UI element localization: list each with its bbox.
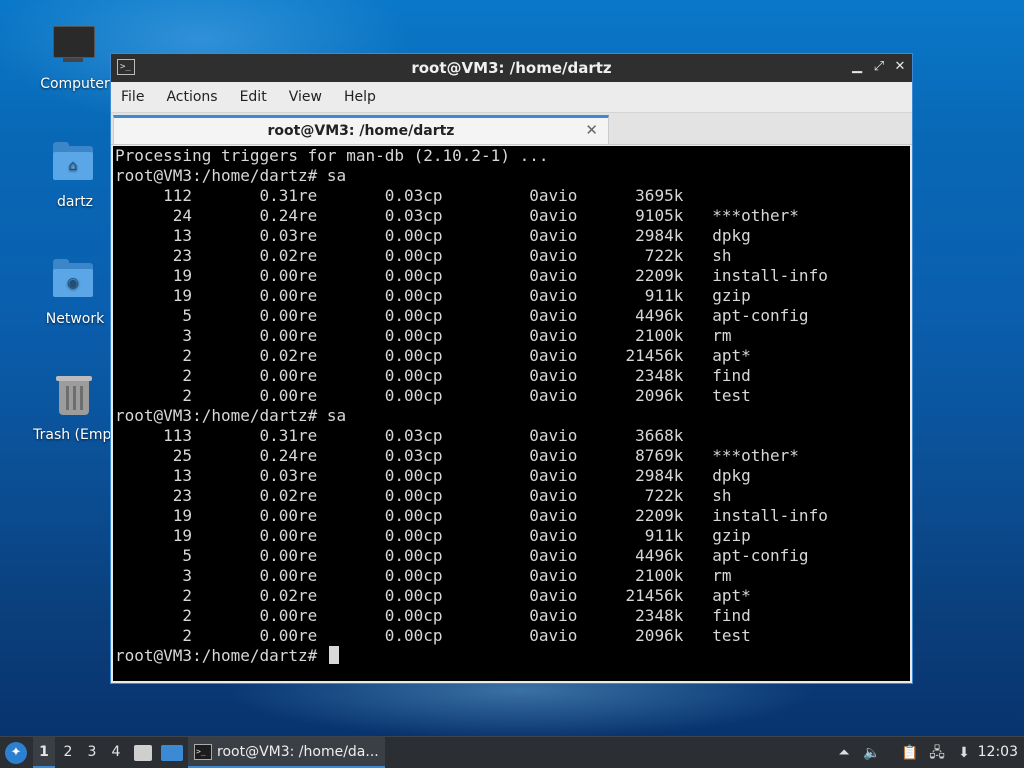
terminal-icon: >_ <box>194 744 212 760</box>
terminal-line: 2 0.00re 0.00cp 0avio 2348k find <box>115 606 751 625</box>
terminal-line: 13 0.03re 0.00cp 0avio 2984k dpkg <box>115 466 751 485</box>
network-icon[interactable]: 🖧 <box>927 743 947 763</box>
tab-close-icon[interactable]: ✕ <box>585 121 598 139</box>
workspace-2[interactable]: 2 <box>57 737 79 768</box>
terminal-output[interactable]: Processing triggers for man-db (2.10.2-1… <box>113 146 910 681</box>
terminal-line: 25 0.24re 0.03cp 0avio 8769k ***other* <box>115 446 799 465</box>
taskbar: ✦ 1 2 3 4 >_ root@VM3: /home/da... ⏶ 🔈 📋… <box>0 736 1024 768</box>
terminal-prompt: root@VM3:/home/dartz# <box>115 646 327 665</box>
terminal-window: >_ root@VM3: /home/dartz ▁ ⤢ ✕ File Acti… <box>110 53 913 684</box>
terminal-line: root@VM3:/home/dartz# sa <box>115 406 347 425</box>
menu-actions[interactable]: Actions <box>164 89 219 105</box>
terminal-lines: Processing triggers for man-db (2.10.2-1… <box>113 146 910 646</box>
desktop-icon-trash[interactable]: Trash (Empt <box>27 373 123 443</box>
desktop-icon-label: dartz <box>56 194 94 210</box>
terminal-line: 2 0.00re 0.00cp 0avio 2096k test <box>115 386 751 405</box>
taskbar-terminal-button[interactable]: >_ root@VM3: /home/da... <box>188 737 385 768</box>
computer-icon <box>51 22 99 70</box>
terminal-line: 5 0.00re 0.00cp 0avio 4496k apt-config <box>115 546 809 565</box>
update-icon[interactable]: ⬇ <box>954 743 974 763</box>
terminal-line: 3 0.00re 0.00cp 0avio 2100k rm <box>115 326 732 345</box>
window-titlebar[interactable]: >_ root@VM3: /home/dartz ▁ ⤢ ✕ <box>111 54 912 82</box>
window-title: root@VM3: /home/dartz <box>411 59 612 77</box>
menu-bar: File Actions Edit View Help <box>111 82 912 113</box>
clock[interactable]: 12:03 <box>978 737 1018 768</box>
terminal-line: 113 0.31re 0.03cp 0avio 3668k <box>115 426 684 445</box>
trash-icon <box>51 373 99 421</box>
terminal-line: 2 0.02re 0.00cp 0avio 21456k apt* <box>115 346 751 365</box>
workspace-4[interactable]: 4 <box>105 737 127 768</box>
app-menu-icon[interactable]: ✦ <box>5 742 27 764</box>
desktop-icon-home[interactable]: ⌂ dartz <box>27 140 123 210</box>
menu-view[interactable]: View <box>287 89 324 105</box>
terminal-line: Processing triggers for man-db (2.10.2-1… <box>115 146 549 165</box>
terminal-line: root@VM3:/home/dartz# sa <box>115 166 347 185</box>
file-manager-icon[interactable] <box>134 745 152 761</box>
desktop-icon-network[interactable]: ◉ Network <box>27 257 123 327</box>
show-desktop-icon[interactable] <box>161 745 183 761</box>
menu-edit[interactable]: Edit <box>238 89 269 105</box>
desktop-icon-computer[interactable]: Computer <box>27 22 123 92</box>
close-button[interactable]: ✕ <box>891 58 909 76</box>
terminal-line: 19 0.00re 0.00cp 0avio 911k gzip <box>115 526 751 545</box>
terminal-line: 19 0.00re 0.00cp 0avio 2209k install-inf… <box>115 266 828 285</box>
terminal-line: 2 0.02re 0.00cp 0avio 21456k apt* <box>115 586 751 605</box>
terminal-prompt-line: root@VM3:/home/dartz# <box>113 646 910 666</box>
tray-up-arrow-icon[interactable]: ⏶ <box>834 743 854 763</box>
minimize-button[interactable]: ▁ <box>848 58 866 76</box>
maximize-button[interactable]: ⤢ <box>870 58 888 76</box>
terminal-line: 19 0.00re 0.00cp 0avio 911k gzip <box>115 286 751 305</box>
terminal-line: 13 0.03re 0.00cp 0avio 2984k dpkg <box>115 226 751 245</box>
tab-bar: root@VM3: /home/dartz ✕ <box>111 113 912 145</box>
terminal-line: 23 0.02re 0.00cp 0avio 722k sh <box>115 486 732 505</box>
taskbar-terminal-label: root@VM3: /home/da... <box>217 744 379 760</box>
tab-label: root@VM3: /home/dartz <box>267 123 455 139</box>
home-folder-icon: ⌂ <box>51 140 99 188</box>
desktop-icon-label: Computer <box>40 76 110 92</box>
desktop-icon-label: Trash (Empt <box>33 427 117 443</box>
network-folder-icon: ◉ <box>51 257 99 305</box>
volume-icon[interactable]: 🔈 <box>862 743 882 763</box>
terminal-line: 3 0.00re 0.00cp 0avio 2100k rm <box>115 566 732 585</box>
clipboard-icon[interactable]: 📋 <box>900 743 920 763</box>
menu-help[interactable]: Help <box>342 89 378 105</box>
terminal-line: 2 0.00re 0.00cp 0avio 2096k test <box>115 626 751 645</box>
menu-file[interactable]: File <box>119 89 146 105</box>
tab-terminal[interactable]: root@VM3: /home/dartz ✕ <box>113 115 609 144</box>
terminal-line: 23 0.02re 0.00cp 0avio 722k sh <box>115 246 732 265</box>
workspace-1[interactable]: 1 <box>33 737 55 768</box>
terminal-cursor <box>328 646 339 664</box>
terminal-line: 2 0.00re 0.00cp 0avio 2348k find <box>115 366 751 385</box>
terminal-line: 19 0.00re 0.00cp 0avio 2209k install-inf… <box>115 506 828 525</box>
terminal-line: 5 0.00re 0.00cp 0avio 4496k apt-config <box>115 306 809 325</box>
terminal-line: 112 0.31re 0.03cp 0avio 3695k <box>115 186 684 205</box>
terminal-line: 24 0.24re 0.03cp 0avio 9105k ***other* <box>115 206 799 225</box>
workspace-3[interactable]: 3 <box>81 737 103 768</box>
desktop-icon-label: Network <box>45 311 105 327</box>
